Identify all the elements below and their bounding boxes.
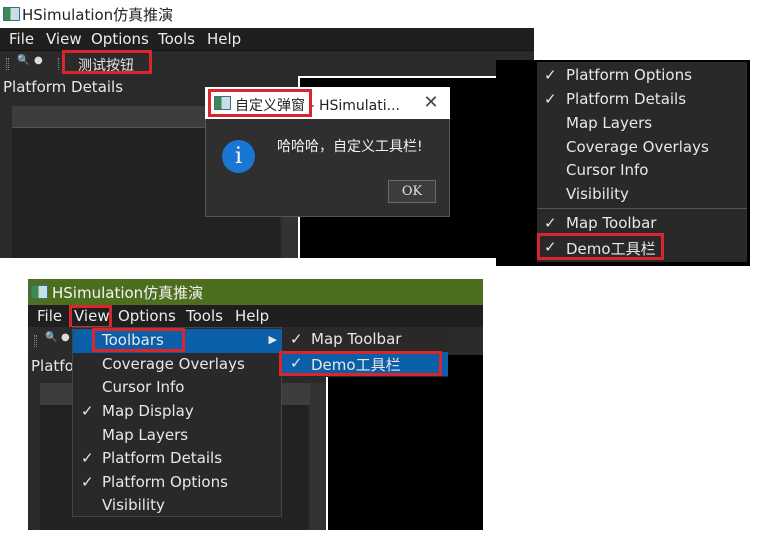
- menu-item-label: Cursor Info: [102, 378, 185, 396]
- bottom-window-titlebar: HSimulation仿真推演: [28, 279, 483, 305]
- toolbar-grip-icon[interactable]: [34, 335, 37, 347]
- info-icon: i: [222, 140, 255, 173]
- annotation-box: [537, 233, 664, 260]
- menu-item-map-display[interactable]: ✓ Map Display: [73, 400, 283, 424]
- menu-options[interactable]: Options: [118, 307, 176, 325]
- menu-tools[interactable]: Tools: [186, 307, 223, 325]
- top-window-titlebar: HSimulation仿真推演: [0, 0, 767, 28]
- menu-item-label: Map Toolbar: [311, 330, 402, 348]
- menu-item-label: Platform Options: [102, 473, 228, 491]
- menu-file[interactable]: File: [9, 30, 34, 48]
- menu-item-label: Coverage Overlays: [102, 355, 245, 373]
- eye-icon[interactable]: ●: [61, 332, 70, 343]
- menu-file[interactable]: File: [37, 307, 62, 325]
- menu-item-label: Platform Details: [566, 90, 687, 108]
- menu-item-map-layers[interactable]: Map Layers: [537, 112, 747, 136]
- dialog-message: 哈哈哈，自定义工具栏!: [277, 139, 423, 155]
- panel-title: Platform Details: [3, 78, 124, 96]
- top-menubar: File View Options Tools Help: [0, 28, 534, 50]
- menu-view[interactable]: View: [46, 30, 82, 48]
- app-icon: [3, 7, 20, 21]
- menu-item-label: Map Display: [102, 402, 194, 420]
- menu-item-cursor-info[interactable]: Cursor Info: [73, 376, 283, 400]
- app-icon: [31, 285, 48, 299]
- submenu-item-map-toolbar[interactable]: ✓ Map Toolbar: [282, 328, 448, 352]
- annotation-box: [208, 89, 312, 117]
- check-icon: ✓: [544, 66, 557, 84]
- eye-icon[interactable]: ●: [34, 55, 43, 66]
- menu-item-label: Coverage Overlays: [566, 138, 709, 156]
- toolbar-grip-icon[interactable]: [6, 58, 9, 70]
- annotation-box: [62, 50, 152, 74]
- bottom-window-title: HSimulation仿真推演: [52, 284, 204, 302]
- toolbar-grip-icon[interactable]: [58, 58, 61, 70]
- menu-item-label: Map Layers: [102, 426, 189, 444]
- menu-help[interactable]: Help: [207, 30, 241, 48]
- scrollbar[interactable]: [310, 383, 326, 530]
- menu-tools[interactable]: Tools: [158, 30, 195, 48]
- annotation-box: [69, 305, 112, 329]
- ok-button[interactable]: OK: [388, 180, 436, 203]
- menu-item-label: Platform Options: [566, 66, 692, 84]
- menu-item-platform-details[interactable]: ✓ Platform Details: [537, 88, 747, 112]
- menu-item-cursor-info[interactable]: Cursor Info: [537, 159, 747, 183]
- menu-item-coverage-overlays[interactable]: Coverage Overlays: [537, 136, 747, 160]
- annotation-box: [92, 328, 185, 352]
- menu-item-label: Visibility: [566, 185, 629, 203]
- map-view[interactable]: [328, 355, 483, 530]
- menu-item-visibility[interactable]: Visibility: [537, 183, 747, 207]
- check-icon: ✓: [544, 90, 557, 108]
- magnifier-icon[interactable]: 🔍: [17, 55, 29, 66]
- panel-title: Platfo: [31, 357, 74, 375]
- check-icon: ✓: [81, 402, 94, 420]
- menu-item-platform-options[interactable]: ✓ Platform Options: [73, 471, 283, 495]
- menu-item-coverage-overlays[interactable]: Coverage Overlays: [73, 353, 283, 377]
- menu-options[interactable]: Options: [91, 30, 149, 48]
- close-icon[interactable]: ✕: [420, 92, 442, 114]
- top-window-title: HSimulation仿真推演: [22, 6, 174, 24]
- menu-separator: [537, 208, 747, 209]
- view-popup-menu: ✓ Platform Options ✓ Platform Details Ma…: [537, 62, 747, 262]
- menu-item-label: Map Toolbar: [566, 214, 657, 232]
- menu-item-platform-details[interactable]: ✓ Platform Details: [73, 447, 283, 471]
- menu-item-platform-options[interactable]: ✓ Platform Options: [537, 64, 747, 88]
- chevron-right-icon: ▶: [268, 333, 277, 346]
- check-icon: ✓: [81, 449, 94, 467]
- menu-help[interactable]: Help: [235, 307, 269, 325]
- check-icon: ✓: [544, 214, 557, 232]
- menu-item-label: Cursor Info: [566, 161, 649, 179]
- magnifier-icon[interactable]: 🔍: [45, 332, 57, 343]
- check-icon: ✓: [81, 473, 94, 491]
- menu-item-label: Visibility: [102, 496, 165, 514]
- check-icon: ✓: [290, 330, 303, 348]
- menu-item-map-layers[interactable]: Map Layers: [73, 424, 283, 448]
- menu-item-visibility[interactable]: Visibility: [73, 494, 283, 518]
- menu-item-label: Platform Details: [102, 449, 223, 467]
- annotation-box: [279, 351, 442, 376]
- menu-item-label: Map Layers: [566, 114, 653, 132]
- view-dropdown-menu: Toolbars ▶ Coverage Overlays Cursor Info…: [72, 327, 283, 518]
